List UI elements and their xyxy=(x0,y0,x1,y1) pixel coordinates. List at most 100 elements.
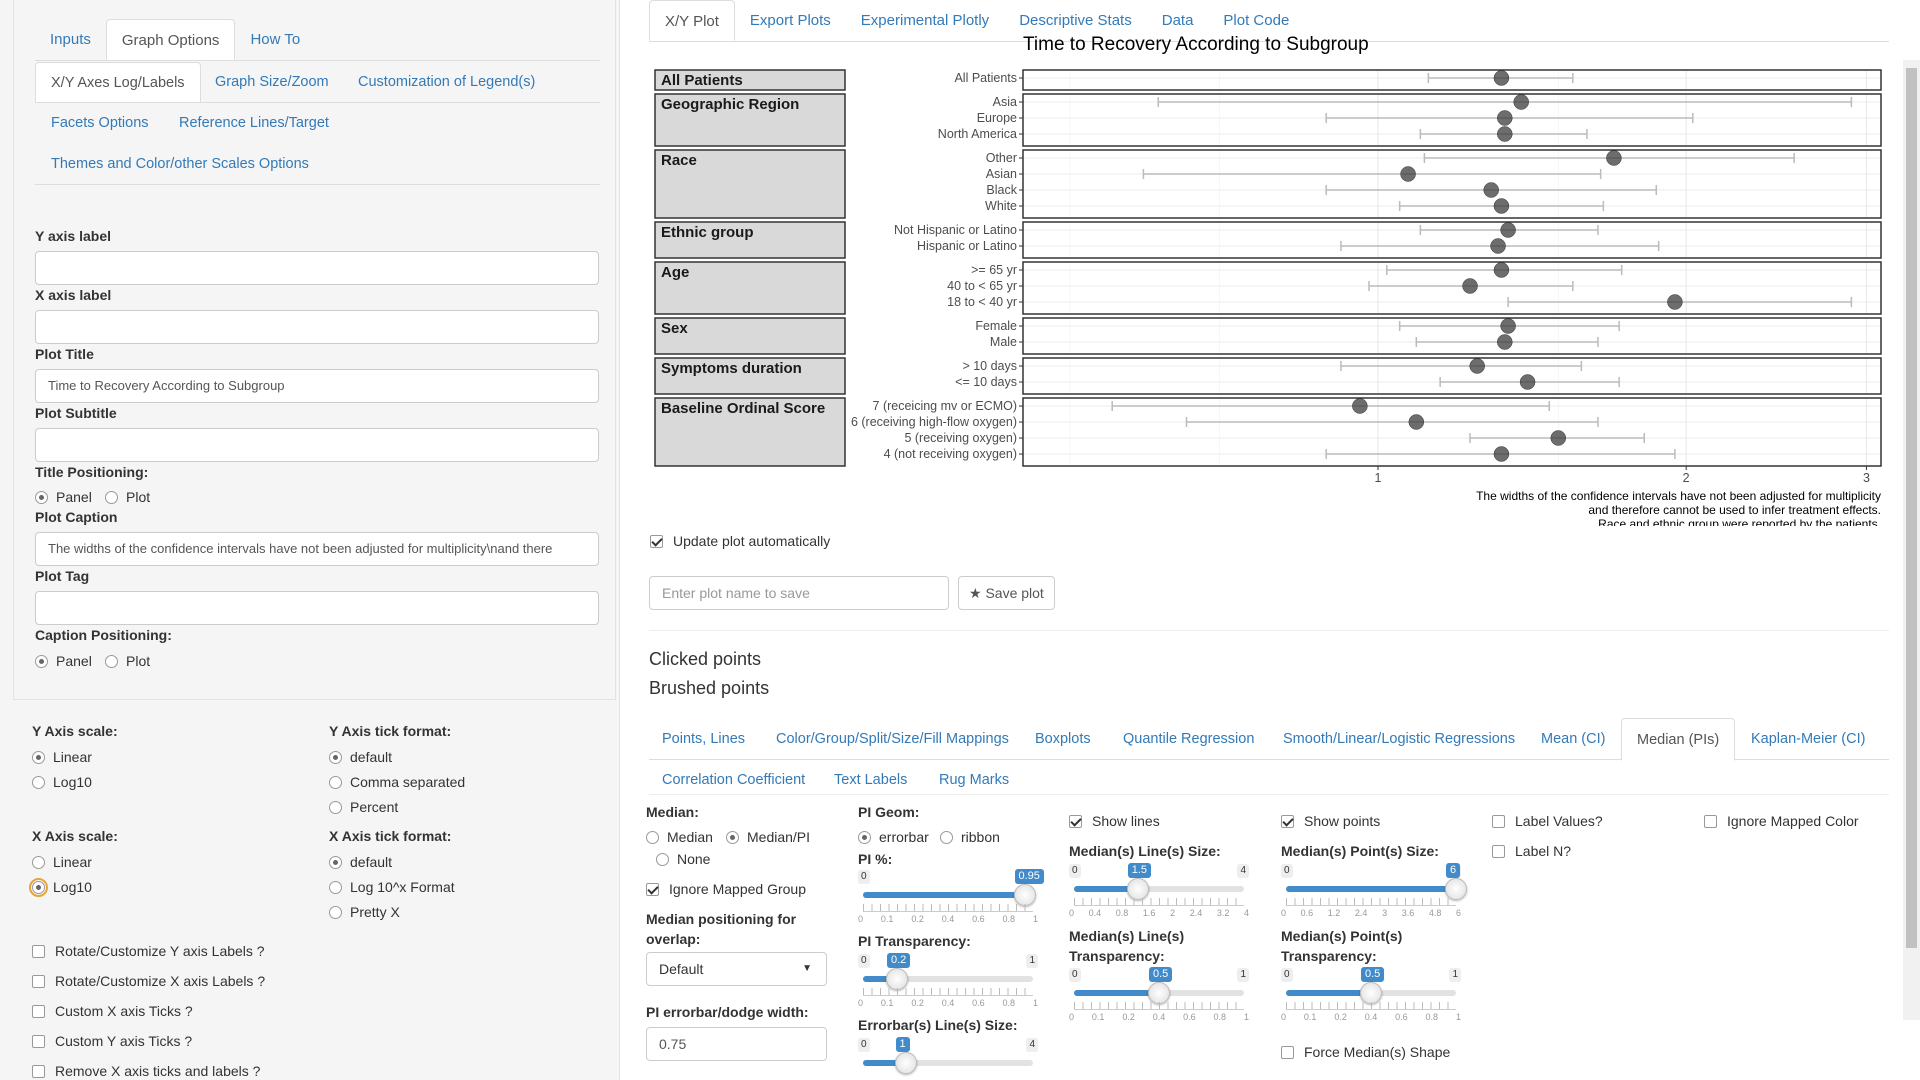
subtab-facets[interactable]: Facets Options xyxy=(51,115,149,131)
plot-title: Time to Recovery According to Subgroup xyxy=(1023,36,1369,55)
scrollbar-thumb[interactable] xyxy=(1906,68,1917,948)
ignore-mapped-group-checkbox[interactable]: Ignore Mapped Group xyxy=(646,881,806,897)
median-point xyxy=(1400,166,1416,182)
caption-pos-plot-radio[interactable]: Plot xyxy=(105,653,150,669)
tab-graph-options[interactable]: Graph Options xyxy=(105,19,236,60)
line-transparency-slider[interactable]: 0 1 0.5 0 0.1 0.2 0.4 0.6 0.8 1 xyxy=(1069,967,1249,1022)
custom-x-ticks-checkbox[interactable]: Custom X axis Ticks ? xyxy=(32,1003,193,1019)
point-size-slider[interactable]: 06600.61.22.433.64.86 xyxy=(1281,863,1467,918)
pi-ribbon-radio[interactable]: ribbon xyxy=(940,829,1000,845)
y-axis-label-input[interactable] xyxy=(35,251,599,285)
slider-handle xyxy=(1148,982,1170,1004)
errorbar-size-slider[interactable]: 0 4 1 xyxy=(858,1037,1038,1080)
line-size-slider[interactable]: 0 4 1.5 0 0.4 0.8 1.6 2 2.4 3.2 4 xyxy=(1069,863,1249,918)
slider-tick-label: 3.6 xyxy=(1401,908,1415,918)
caption-pos-panel-radio[interactable]: Panel xyxy=(35,653,92,669)
update-auto-checkbox[interactable]: Update plot automatically xyxy=(650,533,830,549)
median-point xyxy=(1550,430,1567,446)
tab-export-plots[interactable]: Export Plots xyxy=(735,0,846,41)
opt-tab-rug-marks[interactable]: Rug Marks xyxy=(939,772,1009,788)
plot-tag-input[interactable] xyxy=(35,591,599,625)
median-point xyxy=(1519,374,1536,390)
remove-x-ticks-checkbox[interactable]: Remove X axis ticks and labels ? xyxy=(32,1063,260,1079)
y-axis-scale-label: Y Axis scale: xyxy=(32,723,118,739)
ignore-mapped-color-checkbox[interactable]: Ignore Mapped Color xyxy=(1704,813,1859,829)
tab-plot-code[interactable]: Plot Code xyxy=(1208,0,1304,41)
point-transparency-slider[interactable]: 0 1 0.5 0 0.1 0.2 0.4 0.6 0.8 1 xyxy=(1281,967,1461,1022)
opt-tab-boxplots[interactable]: Boxplots xyxy=(1035,731,1091,747)
facet-strip-label: Symptoms duration xyxy=(661,360,802,377)
plot-title-label: Plot Title xyxy=(35,346,94,362)
save-plot-button[interactable]: ★ Save plot xyxy=(958,576,1055,610)
slider-handle xyxy=(894,1052,917,1074)
checkbox-box xyxy=(650,534,663,548)
x-tick-log10x-radio[interactable]: Log 10^x Format xyxy=(329,879,455,895)
subtab-reference-lines[interactable]: Reference Lines/Target xyxy=(179,115,329,131)
facet-strip-label: Baseline Ordinal Score xyxy=(661,400,825,417)
y-scale-linear-radio[interactable]: Linear xyxy=(32,749,92,765)
pi-pct-slider[interactable]: 0 1 0.95 0 0.1 0.2 0.4 0.6 0.8 1 xyxy=(858,869,1044,924)
opt-tab-correlation[interactable]: Correlation Coefficient xyxy=(662,772,805,788)
median-point xyxy=(1493,262,1510,278)
y-tick-default-radio[interactable]: default xyxy=(329,749,392,765)
median-radio[interactable]: Median xyxy=(646,829,713,845)
page-scrollbar[interactable] xyxy=(1903,60,1920,1020)
tab-experimental-plotly[interactable]: Experimental Plotly xyxy=(846,0,1004,41)
x-scale-linear-radio[interactable]: Linear xyxy=(32,854,92,870)
tab-descriptive-stats[interactable]: Descriptive Stats xyxy=(1004,0,1147,41)
slider-tick-labels: 0 0.1 0.2 0.4 0.6 0.8 1 xyxy=(858,914,1038,924)
subtab-xy-axes[interactable]: X/Y Axes Log/Labels xyxy=(35,62,201,103)
opt-tab-text-labels[interactable]: Text Labels xyxy=(834,772,907,788)
slider-max-label: 1 xyxy=(1026,954,1038,968)
opt-tab-quantile[interactable]: Quantile Regression xyxy=(1123,731,1254,747)
label-values-checkbox[interactable]: Label Values? xyxy=(1492,813,1603,829)
y-tick-comma-radio[interactable]: Comma separated xyxy=(329,774,465,790)
x-scale-log10-radio[interactable]: Log10 xyxy=(29,877,92,897)
title-pos-panel-radio[interactable]: Panel xyxy=(35,489,92,505)
slider-tick-label: 0.6 xyxy=(1300,908,1314,918)
plot-title-input[interactable]: Time to Recovery According to Subgroup xyxy=(35,369,599,403)
pi-errorbar-radio[interactable]: errorbar xyxy=(858,829,929,845)
plot-name-input[interactable]: Enter plot name to save xyxy=(649,576,949,610)
opt-tab-points-lines[interactable]: Points, Lines xyxy=(662,731,745,747)
subtab-legend[interactable]: Customization of Legend(s) xyxy=(358,74,535,90)
checkbox-label: Rotate/Customize X axis Labels ? xyxy=(55,973,266,989)
opt-tab-kaplan-meier[interactable]: Kaplan-Meier (CI) xyxy=(1751,731,1865,747)
opt-tab-mappings[interactable]: Color/Group/Split/Size/Fill Mappings xyxy=(776,731,1009,747)
median-pi-radio[interactable]: Median/PI xyxy=(726,829,810,845)
tab-xy-plot[interactable]: X/Y Plot xyxy=(649,0,735,41)
custom-y-ticks-checkbox[interactable]: Custom Y axis Ticks ? xyxy=(32,1033,192,1049)
opt-tab-mean-ci[interactable]: Mean (CI) xyxy=(1541,731,1605,747)
forest-plot[interactable]: Time to Recovery According to Subgroup Al… xyxy=(649,36,1889,526)
opt-tab-smooth[interactable]: Smooth/Linear/Logistic Regressions xyxy=(1283,731,1515,747)
tab-data[interactable]: Data xyxy=(1147,0,1209,41)
rotate-x-labels-checkbox[interactable]: Rotate/Customize X axis Labels ? xyxy=(32,973,265,989)
checkbox-label: Rotate/Customize Y axis Labels ? xyxy=(55,943,265,959)
pi-transparency-slider[interactable]: 0 1 0.2 0 0.1 0.2 0.4 0.6 0.8 1 xyxy=(858,953,1038,1008)
x-axis-label-input[interactable] xyxy=(35,310,599,344)
slider-tick-label: 3.2 xyxy=(1216,908,1230,918)
tab-inputs[interactable]: Inputs xyxy=(35,19,106,60)
x-tick-default-radio[interactable]: default xyxy=(329,854,392,870)
point-size-label: Median(s) Point(s) Size: xyxy=(1281,843,1439,859)
opt-tab-median-pis[interactable]: Median (PIs) xyxy=(1621,718,1736,761)
show-lines-checkbox[interactable]: Show lines xyxy=(1069,813,1160,829)
plot-caption-input[interactable]: The widths of the confidence intervals h… xyxy=(35,532,599,566)
slider-grid xyxy=(1074,898,1244,906)
y-scale-log10-radio[interactable]: Log10 xyxy=(32,774,92,790)
show-points-checkbox[interactable]: Show points xyxy=(1281,813,1380,829)
plot-subtitle-input[interactable] xyxy=(35,428,599,462)
tab-how-to[interactable]: How To xyxy=(235,19,315,60)
x-tick-pretty-radio[interactable]: Pretty X xyxy=(329,904,400,920)
label-n-checkbox[interactable]: Label N? xyxy=(1492,843,1571,859)
y-tick-percent-radio[interactable]: Percent xyxy=(329,799,398,815)
title-pos-plot-radio[interactable]: Plot xyxy=(105,489,150,505)
dodge-width-input[interactable]: 0.75 xyxy=(646,1027,827,1061)
force-shape-checkbox[interactable]: Force Median(s) Shape xyxy=(1281,1044,1450,1060)
subtab-graph-size[interactable]: Graph Size/Zoom xyxy=(215,74,329,90)
median-none-radio[interactable]: None xyxy=(656,851,710,867)
subtab-themes[interactable]: Themes and Color/other Scales Options xyxy=(51,156,309,172)
median-point xyxy=(1352,398,1368,414)
rotate-y-labels-checkbox[interactable]: Rotate/Customize Y axis Labels ? xyxy=(32,943,265,959)
median-positioning-select[interactable]: Default ▼ xyxy=(646,952,827,986)
